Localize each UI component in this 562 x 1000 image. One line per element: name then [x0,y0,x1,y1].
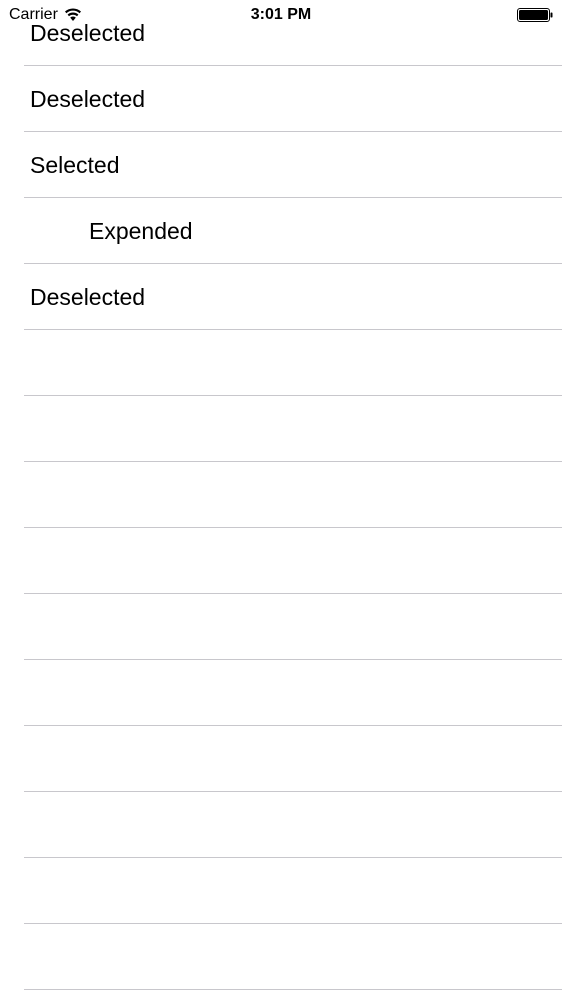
table-row[interactable] [0,528,562,594]
table-row[interactable] [0,924,562,990]
row-label: Expended [89,218,193,244]
table-row[interactable] [0,396,562,462]
table-row[interactable] [0,330,562,396]
table-row[interactable] [0,660,562,726]
table-row[interactable]: Expended [0,198,562,264]
row-separator [24,989,562,990]
table-row[interactable]: Deselected [0,264,562,330]
table-row[interactable] [0,594,562,660]
table-row[interactable] [0,726,562,792]
row-label: Deselected [30,86,146,112]
table-row[interactable] [0,858,562,924]
status-time: 3:01 PM [250,6,312,23]
table-row[interactable] [0,792,562,858]
status-bar: Carrier 3:01 PM [0,0,562,30]
table-row[interactable]: Deselected [0,66,562,132]
table-row[interactable]: Selected [0,132,562,198]
row-label: Selected [30,152,120,178]
table-row[interactable] [0,462,562,528]
row-label: Deselected [30,284,146,310]
battery-icon [517,8,553,22]
